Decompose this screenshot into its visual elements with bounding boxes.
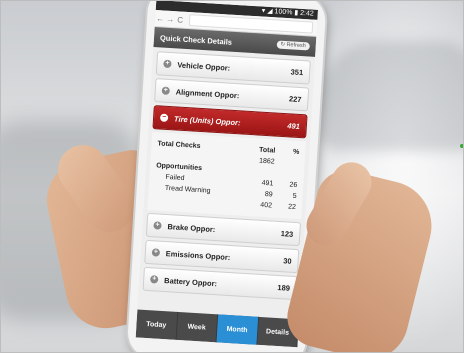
row-value: 189 bbox=[277, 282, 291, 293]
forward-icon[interactable]: → bbox=[165, 14, 176, 24]
reload-icon[interactable]: C bbox=[175, 15, 186, 25]
expand-icon: + bbox=[163, 59, 172, 69]
row-value: 123 bbox=[280, 228, 294, 239]
photo-frame: ▾ ◢ 100% ▮ 2:42 ← → C Quick Check Detail… bbox=[0, 0, 464, 353]
row-label: Brake Oppor: bbox=[167, 221, 216, 234]
row-value: 351 bbox=[290, 66, 304, 77]
tab-month[interactable]: Month bbox=[216, 314, 259, 345]
row-label: Battery Oppor: bbox=[163, 275, 218, 288]
row-value: 491 bbox=[287, 120, 301, 131]
expand-icon: + bbox=[149, 275, 159, 284]
row-label: Alignment Oppor: bbox=[175, 86, 240, 100]
background-car bbox=[319, 41, 463, 151]
expand-icon: + bbox=[161, 86, 171, 96]
oppor-list: + Vehicle Oppor: 351 + Alignment Oppor: … bbox=[139, 47, 316, 301]
page-title: Quick Check Details bbox=[159, 32, 233, 47]
row-label: Emissions Oppor: bbox=[165, 248, 231, 262]
row-value: 30 bbox=[283, 255, 292, 266]
row-label: Tire (Units) Oppor: bbox=[173, 113, 241, 127]
tab-today[interactable]: Today bbox=[135, 309, 178, 340]
back-icon[interactable]: ← bbox=[155, 14, 166, 24]
collapse-icon: − bbox=[159, 113, 169, 122]
row-label: Vehicle Oppor: bbox=[177, 59, 231, 73]
tab-week[interactable]: Week bbox=[176, 311, 219, 343]
expand-icon: + bbox=[151, 248, 161, 257]
row-value: 227 bbox=[288, 93, 302, 104]
refresh-button[interactable]: ↻ Refresh bbox=[276, 40, 310, 51]
green-dot bbox=[460, 144, 463, 148]
tire-detail-panel: Total Checks Total % 1862 Opportunities … bbox=[147, 132, 306, 220]
bottom-tab-bar: Today Week Month Details bbox=[135, 309, 300, 348]
expand-icon: + bbox=[153, 221, 162, 230]
